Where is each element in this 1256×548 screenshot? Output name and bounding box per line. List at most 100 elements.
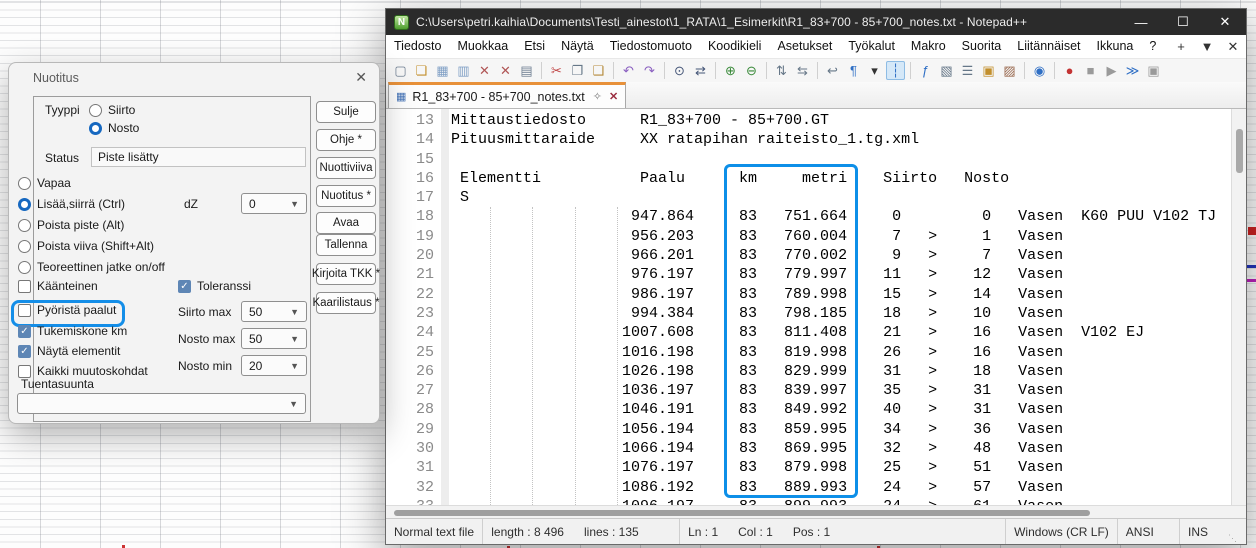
- zoom-out-icon[interactable]: ⊖: [742, 61, 761, 80]
- zoom-in-icon[interactable]: ⊕: [721, 61, 740, 80]
- close-all-icon[interactable]: ✕: [496, 61, 515, 80]
- menu-item-tiedostomuoto[interactable]: Tiedostomuoto: [602, 35, 700, 58]
- nuottiviiva-button[interactable]: Nuottiviiva: [316, 157, 376, 179]
- menu-item-makro[interactable]: Makro: [903, 35, 954, 58]
- save-icon[interactable]: ▦: [433, 61, 452, 80]
- menu-item-asetukset[interactable]: Asetukset: [769, 35, 840, 58]
- mode-radio-vapaa[interactable]: Vapaa: [18, 176, 71, 190]
- dz-combo[interactable]: 0▼: [241, 193, 307, 214]
- nosto-max-combo[interactable]: 50▼: [241, 328, 307, 349]
- show-indent-guide-icon[interactable]: ┆: [886, 61, 905, 80]
- new-tab-icon[interactable]: +: [1168, 39, 1194, 54]
- menu-item-muokkaa[interactable]: Muokkaa: [449, 35, 516, 58]
- document-list-icon[interactable]: ☰: [958, 61, 977, 80]
- monitoring-icon[interactable]: ◉: [1030, 61, 1049, 80]
- redo-icon[interactable]: ↷: [640, 61, 659, 80]
- pin-icon[interactable]: ✧: [593, 90, 602, 103]
- show-all-characters-icon[interactable]: ¶: [844, 61, 863, 80]
- vertical-scrollbar-thumb[interactable]: [1236, 129, 1243, 173]
- tallenna-button[interactable]: Tallenna: [316, 234, 376, 256]
- tab-list-icon[interactable]: ▼: [1194, 39, 1220, 54]
- radio-label: Poista viiva (Shift+Alt): [37, 239, 154, 253]
- sync-vertical-icon[interactable]: ⇅: [772, 61, 791, 80]
- close-file-icon[interactable]: ✕: [475, 61, 494, 80]
- checkbox-k-nteinen[interactable]: Käänteinen: [18, 279, 98, 293]
- mode-radio-poista-piste-alt-[interactable]: Poista piste (Alt): [18, 218, 124, 232]
- horizontal-scrollbar[interactable]: [386, 505, 1246, 519]
- status-encoding[interactable]: ANSI: [1118, 519, 1180, 544]
- checkbox-tukemiskone-km[interactable]: ✓Tukemiskone km: [18, 324, 127, 338]
- checkbox-icon: [18, 280, 31, 293]
- tab-close-icon[interactable]: ✕: [609, 90, 618, 103]
- paste-icon[interactable]: ❑: [589, 61, 608, 80]
- radio-label: Lisää,siirrä (Ctrl): [37, 197, 125, 211]
- project-panel-icon[interactable]: ▨: [1000, 61, 1019, 80]
- tuentasuunta-combo[interactable]: ▼: [17, 393, 306, 414]
- menu-item-liit-nn-iset[interactable]: Liitännäiset: [1009, 35, 1088, 58]
- copy-icon[interactable]: ❐: [568, 61, 587, 80]
- status-eol-format[interactable]: Windows (CR LF): [1006, 519, 1118, 544]
- checkbox-toleranssi[interactable]: ✓Toleranssi: [178, 279, 251, 293]
- menu-item-n-yt-[interactable]: Näytä: [553, 35, 602, 58]
- maximize-button[interactable]: ☐: [1162, 9, 1204, 35]
- checkbox-py-rist-paalut[interactable]: Pyöristä paalut: [18, 303, 116, 317]
- macro-stop-icon[interactable]: ■: [1081, 61, 1100, 80]
- find-icon[interactable]: ⊙: [670, 61, 689, 80]
- ohje-button[interactable]: Ohje *: [316, 129, 376, 151]
- document-map-icon[interactable]: ▧: [937, 61, 956, 80]
- menu-bar: TiedostoMuokkaaEtsiNäytäTiedostomuotoKoo…: [386, 35, 1246, 59]
- resize-grip-icon[interactable]: ⋱: [1228, 533, 1238, 544]
- menu-item--[interactable]: ?: [1141, 35, 1164, 58]
- nuotitus-button[interactable]: Nuotitus *: [316, 185, 376, 207]
- replace-icon[interactable]: ⇄: [691, 61, 710, 80]
- tyyppi-radio-nosto[interactable]: Nosto: [89, 121, 139, 135]
- toolbar-dropdown-icon[interactable]: ▾: [865, 61, 884, 80]
- mode-radio-lis-siirr-ctrl-[interactable]: Lisää,siirrä (Ctrl): [18, 197, 125, 211]
- siirto-max-combo[interactable]: 50▼: [241, 301, 307, 322]
- menu-item-koodikieli[interactable]: Koodikieli: [700, 35, 770, 58]
- checkbox-label: Näytä elementit: [37, 344, 120, 358]
- menu-item-tiedosto[interactable]: Tiedosto: [386, 35, 449, 58]
- kirjoita-tkk-button[interactable]: Kirjoita TKK *: [316, 263, 376, 285]
- checkbox-n-yt-elementit[interactable]: ✓Näytä elementit: [18, 344, 120, 358]
- macro-run-multiple-icon[interactable]: ≫: [1123, 61, 1142, 80]
- tyyppi-radio-siirto[interactable]: Siirto: [89, 103, 135, 117]
- status-insert-mode[interactable]: INS ⋱: [1180, 519, 1246, 544]
- vertical-scrollbar[interactable]: [1231, 109, 1246, 505]
- menu-item-ty-kalut[interactable]: Työkalut: [840, 35, 903, 58]
- macro-save-icon[interactable]: ▣: [1144, 61, 1163, 80]
- menu-item-etsi[interactable]: Etsi: [516, 35, 553, 58]
- sulje-button[interactable]: Sulje: [316, 101, 376, 123]
- mode-radio-teoreettinen-jatke-on-off[interactable]: Teoreettinen jatke on/off: [18, 260, 165, 274]
- menu-item-suorita[interactable]: Suorita: [954, 35, 1010, 58]
- undo-icon[interactable]: ↶: [619, 61, 638, 80]
- minimize-button[interactable]: —: [1120, 9, 1162, 35]
- horizontal-scrollbar-thumb[interactable]: [394, 510, 1090, 516]
- print-icon[interactable]: ▤: [517, 61, 536, 80]
- close-tab-icon[interactable]: ✕: [1220, 39, 1246, 55]
- checkbox-kaikki-muutoskohdat[interactable]: Kaikki muutoskohdat: [18, 364, 148, 378]
- status-doc-type: Normal text file: [386, 519, 483, 544]
- file-browser-icon[interactable]: ▣: [979, 61, 998, 80]
- kaarilistaus-button[interactable]: Kaarilistaus *: [316, 292, 376, 314]
- status-label: Status: [45, 151, 79, 165]
- avaa-button[interactable]: Avaa: [316, 212, 376, 234]
- dialog-close-icon[interactable]: ✕: [355, 69, 367, 86]
- macro-record-icon[interactable]: ●: [1060, 61, 1079, 80]
- cut-icon[interactable]: ✂: [547, 61, 566, 80]
- radio-icon: [89, 122, 102, 135]
- word-wrap-icon[interactable]: ↩: [823, 61, 842, 80]
- mode-radio-poista-viiva-shift-alt-[interactable]: Poista viiva (Shift+Alt): [18, 239, 154, 253]
- close-button[interactable]: ✕: [1204, 9, 1246, 35]
- new-file-icon[interactable]: ▢: [391, 61, 410, 80]
- function-list-icon[interactable]: ƒ: [916, 61, 935, 80]
- radio-label: Vapaa: [37, 176, 71, 190]
- open-folder-icon[interactable]: ❏: [412, 61, 431, 80]
- nosto-min-combo[interactable]: 20▼: [241, 355, 307, 376]
- save-all-icon[interactable]: ▥: [454, 61, 473, 80]
- title-bar[interactable]: N C:\Users\petri.kaihia\Documents\Testi_…: [386, 9, 1246, 35]
- menu-item-ikkuna[interactable]: Ikkuna: [1089, 35, 1142, 58]
- sync-horizontal-icon[interactable]: ⇆: [793, 61, 812, 80]
- tab-active[interactable]: ▦ R1_83+700 - 85+700_notes.txt ✧ ✕: [388, 82, 626, 108]
- macro-play-icon[interactable]: ▶: [1102, 61, 1121, 80]
